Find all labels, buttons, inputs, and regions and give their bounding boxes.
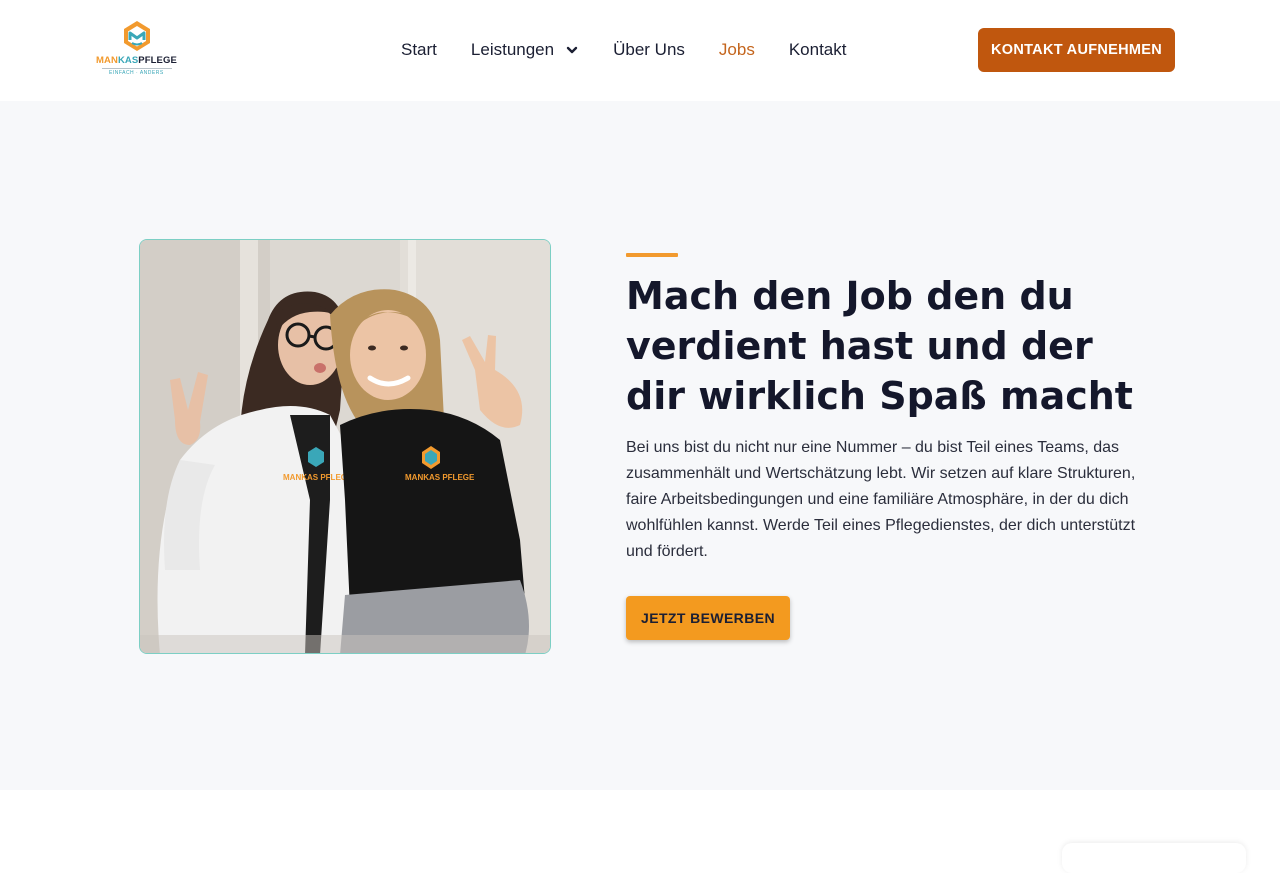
nav-item-leistungen[interactable]: Leistungen <box>471 40 579 60</box>
site-header: MANKASPFLEGE EINFACH · ANDERS Start Leis… <box>0 0 1280 101</box>
hero-headline: Mach den Job den du verdient hast und de… <box>626 274 1133 418</box>
main-navigation: Start Leistungen Über Uns Jobs Kontakt <box>401 38 846 62</box>
shirt-logo-text: MANKAS PFLEGE <box>405 473 475 482</box>
apply-now-button[interactable]: JETZT BEWERBEN <box>626 596 790 640</box>
headline-accent-bar <box>626 253 678 257</box>
contact-cta-button[interactable]: KONTAKT AUFNEHMEN <box>978 28 1175 72</box>
jobs-hero-section: MANKAS PFLEGE MANKAS PFLEGE Mach den Job… <box>0 101 1280 790</box>
hero-description: Bei uns bist du nicht nur eine Nummer – … <box>626 439 1136 560</box>
brand-logo[interactable]: MANKASPFLEGE EINFACH · ANDERS <box>94 20 184 82</box>
nav-item-label: Über Uns <box>613 40 685 59</box>
nav-item-ueber-uns[interactable]: Über Uns <box>613 40 685 60</box>
chevron-down-icon[interactable] <box>565 43 579 57</box>
house-hands-logo-icon <box>124 21 150 51</box>
floating-card <box>1062 843 1246 873</box>
nav-item-label: Kontakt <box>788 40 847 59</box>
team-photo-illustration: MANKAS PFLEGE MANKAS PFLEGE <box>140 240 550 653</box>
team-photo: MANKAS PFLEGE MANKAS PFLEGE <box>139 239 551 654</box>
nav-item-label: Jobs <box>718 40 755 59</box>
logo-tagline: EINFACH · ANDERS <box>109 70 164 76</box>
nav-item-kontakt[interactable]: Kontakt <box>789 40 847 60</box>
nav-item-jobs[interactable]: Jobs <box>719 40 755 60</box>
nav-item-start[interactable]: Start <box>401 40 437 60</box>
logo-divider <box>102 68 172 69</box>
logo-wordmark: MANKASPFLEGE <box>96 55 177 66</box>
nav-item-label: Leistungen <box>470 40 555 59</box>
nav-item-label: Start <box>401 40 437 59</box>
jacket-logo-text: MANKAS PFLEGE <box>283 473 353 482</box>
